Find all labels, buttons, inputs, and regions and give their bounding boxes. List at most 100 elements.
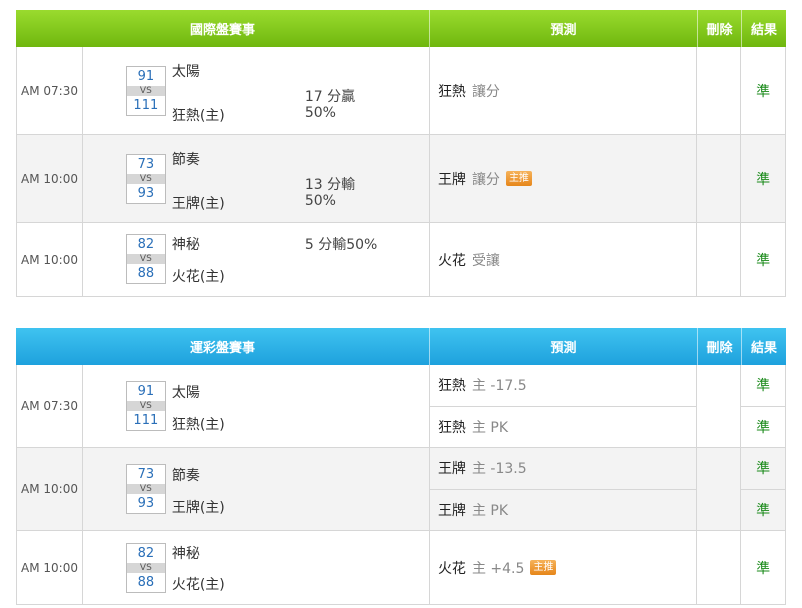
international-header: 國際盤賽事 預測 刪除 結果 [16,10,786,47]
table-row: AM 10:00 82 VS 88 神秘 火花(主) 5 分輸50% 火花 受讓… [16,223,786,297]
odds-percent: 50% [304,105,336,121]
away-team: 節奏 [171,468,200,484]
delete-cell[interactable] [697,448,742,530]
result-status: 準 [756,83,771,100]
match-time: AM 10:00 [17,135,83,222]
result-cell: 準 準 [741,448,786,530]
score-box: 82 VS 88 [125,543,166,593]
prediction-line: 王牌 主 -13.5 [430,448,696,489]
home-score: 88 [137,575,155,590]
header-event: 國際盤賽事 [16,10,430,47]
match-info: 91 VS 111 太陽 狂熱(主) [83,365,430,447]
table-row: AM 10:00 73 VS 93 節奏 王牌(主) 13 分輸 50% 王牌 … [16,135,786,223]
prediction-line: 狂熱 主 PK [429,405,697,448]
odds-line: 17 分贏 [304,89,356,105]
pick-desc: 主 PK [471,419,509,436]
prediction-line: 王牌 讓分 主推 [430,135,696,222]
home-team: 狂熱(主) [171,417,225,433]
away-team: 太陽 [171,385,200,401]
result-status: 準 [756,171,771,188]
prediction-cell: 王牌 主 -13.5 王牌 主 PK [429,448,698,531]
result-cell: 準 [741,531,785,604]
prediction-line: 王牌 主 PK [429,488,697,531]
score-box: 82 VS 88 [125,234,166,284]
away-score: 73 [137,467,155,482]
result-status: 準 [756,461,771,478]
home-score: 93 [137,496,155,511]
match-info: 73 VS 93 節奏 王牌(主) 13 分輸 50% [83,135,430,222]
home-score: 111 [133,98,159,113]
header-result: 結果 [750,23,777,38]
featured-badge: 主推 [530,560,557,575]
prediction-cell: 火花 主 +4.5 主推 [430,531,698,604]
pick-team: 火花 [437,252,466,269]
pick-team: 狂熱 [437,83,466,100]
home-team: 王牌(主) [171,500,225,516]
vs-label: VS [126,174,165,184]
home-score: 88 [137,266,155,281]
pick-team: 狂熱 [437,419,466,436]
header-delete: 刪除 [698,328,742,365]
lottery-table: 運彩盤賽事 預測 刪除 結果 AM 07:30 91 VS 111 太陽 狂熱(… [16,328,786,605]
delete-cell[interactable] [697,531,742,604]
odds-line: 13 分輸 [304,177,356,193]
result-status: 準 [756,252,771,269]
home-score: 111 [133,413,159,428]
match-info: 82 VS 88 神秘 火花(主) [83,531,430,604]
result-cell: 準 [741,47,785,134]
header-delete: 刪除 [698,10,742,47]
away-team: 神秘 [171,237,200,253]
result-status: 準 [756,560,771,577]
vs-label: VS [126,484,165,494]
result-cell: 準 準 [741,365,786,447]
delete-cell[interactable] [697,223,742,296]
pick-team: 王牌 [437,461,466,478]
vs-label: VS [126,86,165,96]
result-cell: 準 [741,223,785,296]
pick-desc: 主 -17.5 [471,378,527,395]
match-time: AM 07:30 [17,47,83,134]
prediction-line: 火花 主 +4.5 主推 [430,531,696,604]
delete-cell[interactable] [697,365,742,447]
pick-team: 王牌 [437,502,466,519]
away-team: 太陽 [171,64,200,80]
away-score: 91 [137,384,155,399]
prediction-cell: 狂熱 讓分 [430,47,698,134]
table-row: AM 07:30 91 VS 111 太陽 狂熱(主) 17 分贏 50% 狂熱… [16,47,786,135]
result-status: 準 [756,378,771,395]
pick-desc: 讓分 [471,171,500,188]
vs-label: VS [126,563,165,573]
home-team: 狂熱(主) [171,108,225,124]
match-time: AM 10:00 [17,531,83,604]
away-team: 神秘 [171,546,200,562]
pick-team: 狂熱 [437,378,466,395]
result-cell: 準 [741,135,785,222]
pick-team: 王牌 [437,171,466,188]
delete-cell[interactable] [697,47,742,134]
international-table: 國際盤賽事 預測 刪除 結果 AM 07:30 91 VS 111 太陽 狂熱(… [16,10,786,297]
match-time: AM 10:00 [17,223,83,296]
score-box: 73 VS 93 [125,154,166,204]
pick-team: 火花 [437,560,466,577]
header-event: 運彩盤賽事 [16,328,430,365]
score-box: 91 VS 111 [125,66,166,116]
match-time: AM 10:00 [17,448,83,530]
featured-badge: 主推 [505,171,532,186]
table-row: AM 10:00 73 VS 93 節奏 王牌(主) 王牌 主 -13.5 王牌… [16,448,786,531]
header-prediction: 預測 [430,10,698,47]
match-time: AM 07:30 [17,365,83,447]
prediction-line: 火花 受讓 [430,223,696,296]
away-team: 節奏 [171,152,200,168]
prediction-cell: 狂熱 主 -17.5 狂熱 主 PK [429,365,698,448]
prediction-cell: 王牌 讓分 主推 [430,135,698,222]
pick-desc: 主 +4.5 [471,560,525,577]
pick-desc: 受讓 [471,252,500,269]
delete-cell[interactable] [697,135,742,222]
table-row: AM 07:30 91 VS 111 太陽 狂熱(主) 狂熱 主 -17.5 狂… [16,365,786,448]
score-box: 91 VS 111 [125,381,166,431]
header-prediction: 預測 [430,328,698,365]
header-result: 結果 [750,341,777,356]
away-score: 73 [137,157,155,172]
away-score: 82 [137,546,155,561]
match-info: 91 VS 111 太陽 狂熱(主) 17 分贏 50% [83,47,430,134]
